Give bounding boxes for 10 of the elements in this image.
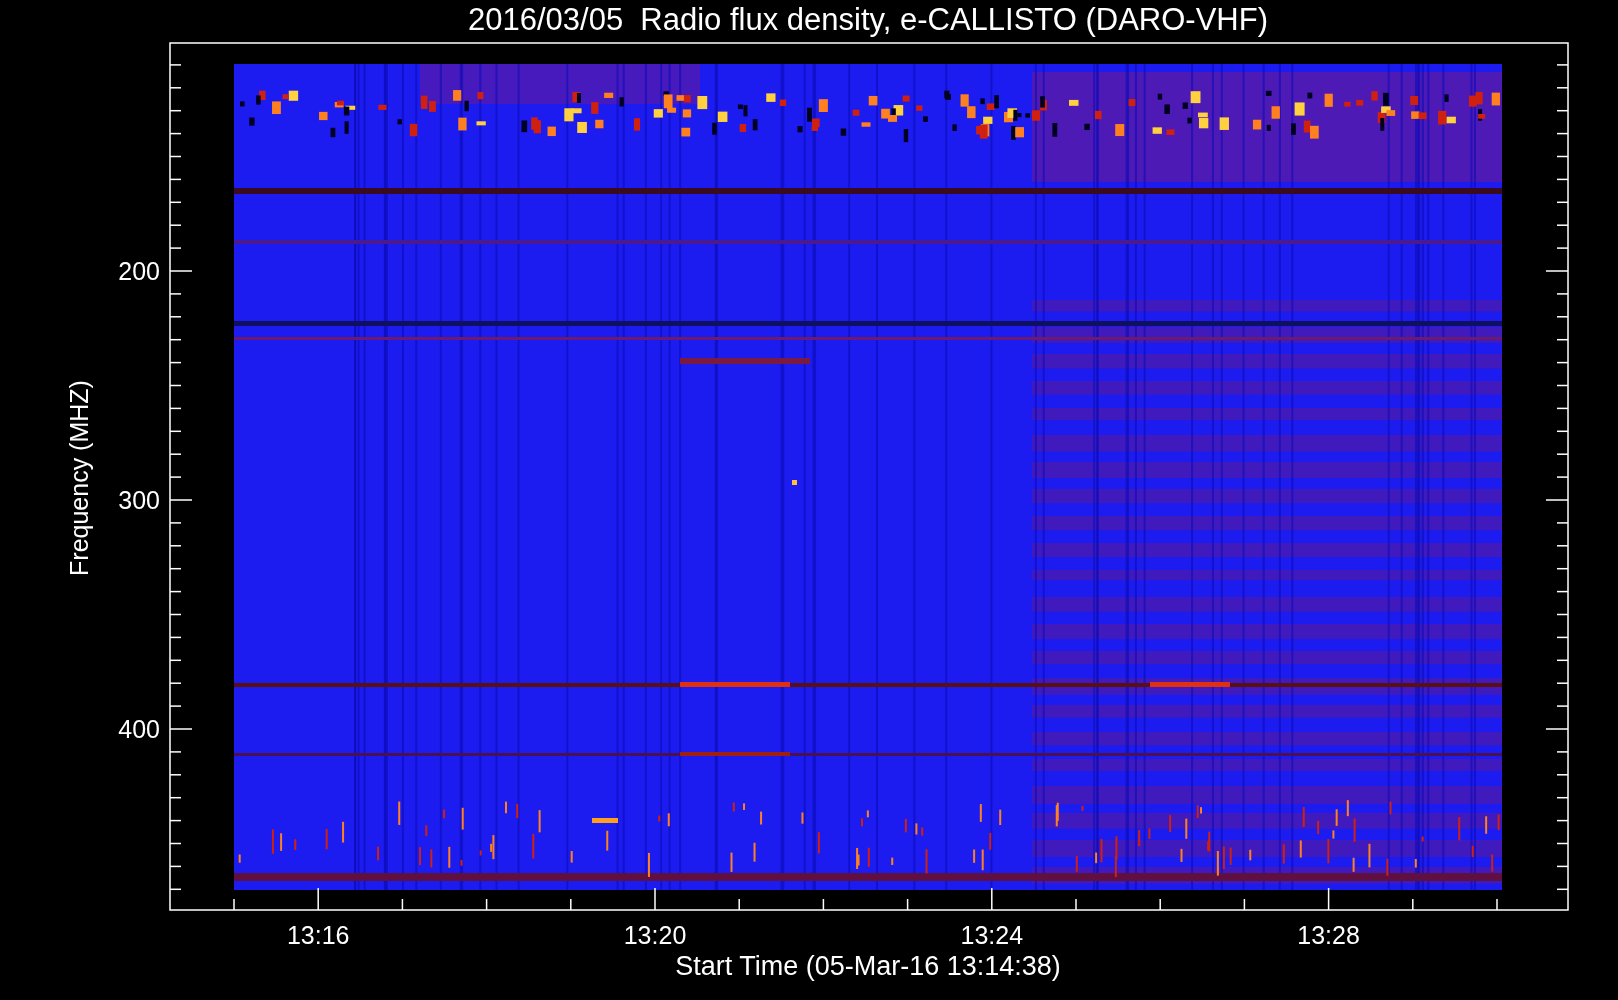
x-tick-label: 13:16 [286, 921, 350, 949]
y-tick-label: 300 [118, 486, 160, 514]
chart-title: 2016/03/05 Radio flux density, e-CALLISTO (DARO-VHF) [468, 2, 1268, 37]
x-tick-label: 13:24 [960, 921, 1024, 949]
y-tick-label: 400 [118, 715, 160, 743]
x-tick-label: 13:28 [1297, 921, 1360, 949]
x-tick-label: 13:20 [623, 921, 687, 949]
y-axis-label: Frequency (MHZ) [65, 380, 93, 576]
x-axis-label: Start Time (05-Mar-16 13:14:38) [675, 951, 1061, 981]
y-tick-label: 200 [118, 257, 160, 285]
